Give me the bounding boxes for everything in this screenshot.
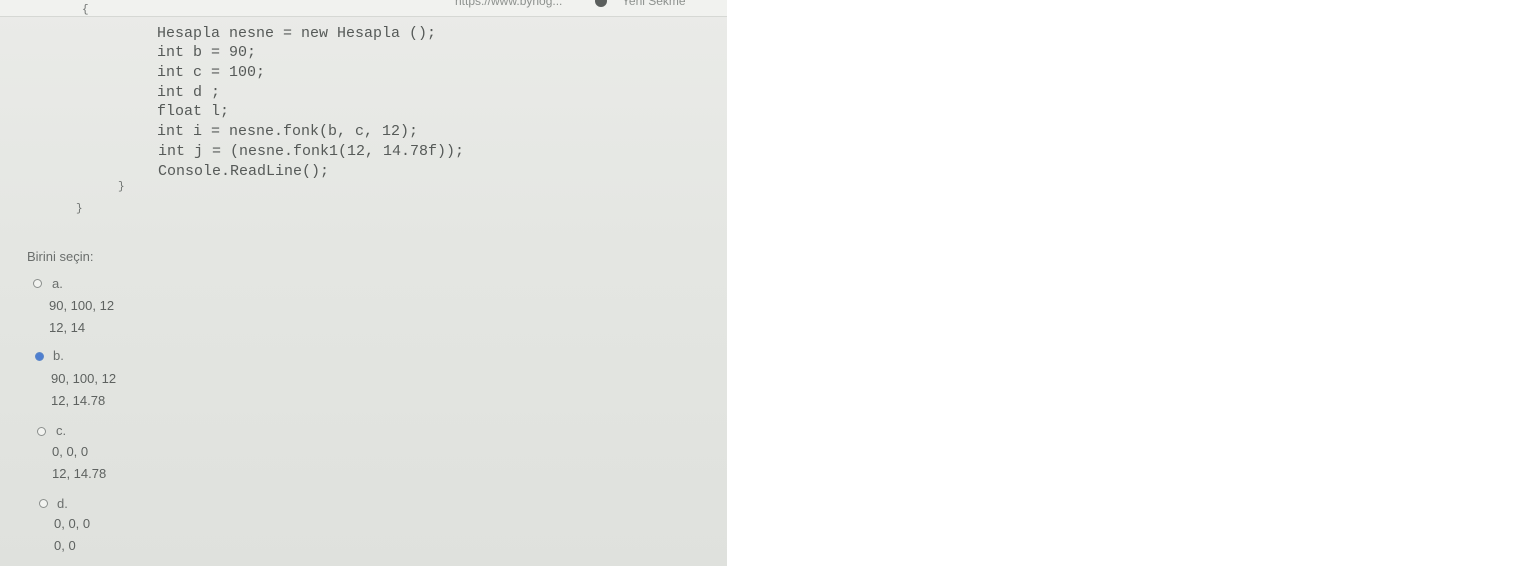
option-a-line-2[interactable]: 12, 14	[49, 320, 85, 335]
option-d-line-2[interactable]: 0, 0	[54, 538, 76, 553]
option-b-letter[interactable]: b.	[53, 348, 64, 363]
option-d-line-1[interactable]: 0, 0, 0	[54, 516, 90, 531]
browser-tab-label[interactable]: https://www.bynog...	[455, 0, 562, 8]
code-line: Console.ReadLine();	[158, 163, 330, 180]
new-tab-label[interactable]: Yeni Sekme	[622, 0, 686, 8]
option-a-letter[interactable]: a.	[52, 276, 63, 291]
code-line: int j = (nesne.fonk1(12, 14.78f));	[158, 143, 465, 160]
option-c-radio[interactable]	[37, 427, 46, 436]
option-b-line-1[interactable]: 90, 100, 12	[51, 371, 116, 386]
code-line: int c = 100;	[157, 64, 266, 81]
option-b-line-2[interactable]: 12, 14.78	[51, 393, 105, 408]
option-c-letter[interactable]: c.	[56, 423, 66, 438]
option-c-line-1[interactable]: 0, 0, 0	[52, 444, 88, 459]
code-line: float l;	[157, 103, 230, 120]
screen-photo: https://www.bynog... Yeni Sekme { Hesapl…	[0, 0, 727, 566]
browser-tab-icon	[595, 0, 607, 7]
code-brace-close-inner: }	[118, 181, 125, 193]
option-a-line-1[interactable]: 90, 100, 12	[49, 298, 114, 313]
code-line: int d ;	[157, 84, 221, 101]
code-brace-close-outer: }	[76, 203, 83, 215]
option-a-radio[interactable]	[33, 279, 42, 288]
code-brace-open: {	[82, 4, 89, 16]
option-c-line-2[interactable]: 12, 14.78	[52, 466, 106, 481]
option-d-radio[interactable]	[39, 499, 48, 508]
code-line: int b = 90;	[157, 44, 257, 61]
option-d-letter[interactable]: d.	[57, 496, 68, 511]
option-b-radio[interactable]	[35, 352, 44, 361]
browser-tab-bar: https://www.bynog... Yeni Sekme	[0, 0, 727, 17]
code-line: Hesapla nesne = new Hesapla ();	[157, 25, 437, 42]
code-line: int i = nesne.fonk(b, c, 12);	[157, 123, 419, 140]
question-prompt: Birini seçin:	[27, 249, 94, 264]
